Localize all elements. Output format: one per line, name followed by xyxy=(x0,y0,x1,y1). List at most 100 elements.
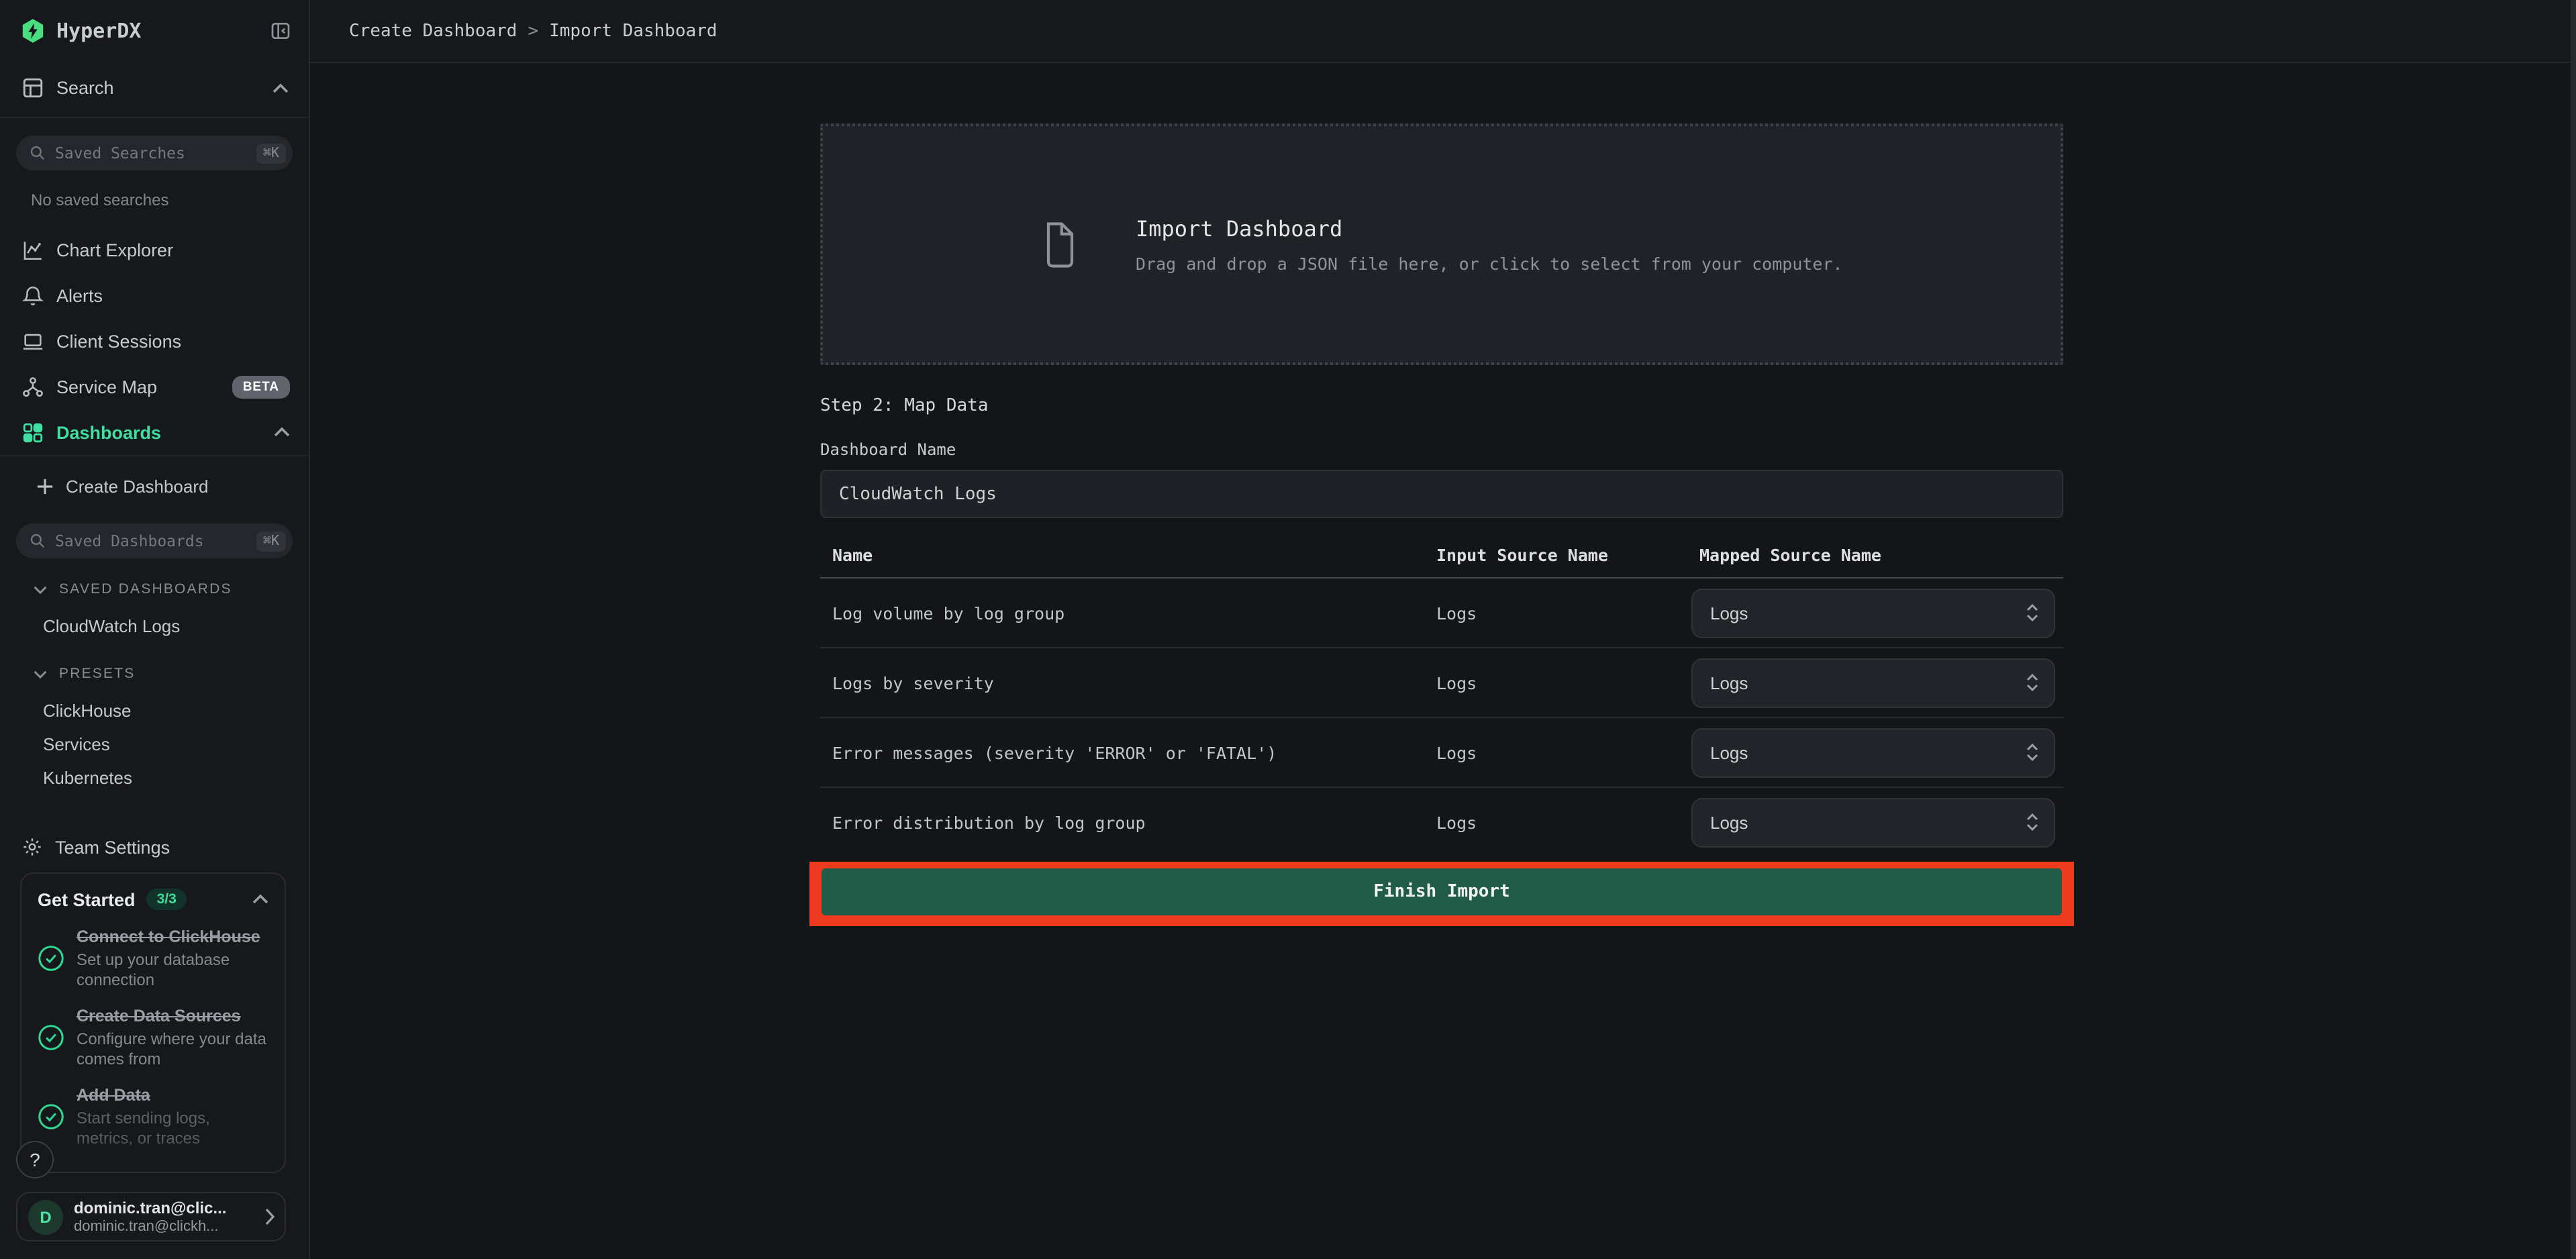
sidebar-item-service-map[interactable]: Service Map BETA xyxy=(0,364,309,409)
table-header-row: Name Input Source Name Mapped Source Nam… xyxy=(820,541,2063,578)
unfold-icon xyxy=(2024,602,2040,623)
presets-header-label: PRESETS xyxy=(59,666,135,682)
get-started-progress-badge: 3/3 xyxy=(146,889,187,910)
annotation-highlight-box: Finish Import xyxy=(809,862,2074,926)
presets-header[interactable]: PRESETS xyxy=(34,666,309,682)
search-section-icon xyxy=(21,77,44,99)
collapse-sidebar-icon[interactable] xyxy=(270,20,291,42)
mapped-source-select[interactable]: Logs xyxy=(1691,658,2055,707)
input-source-value: Logs xyxy=(1436,672,1477,693)
hyperdx-logo-icon xyxy=(20,17,46,44)
input-source-value: Logs xyxy=(1436,742,1477,762)
sidebar-item-cloudwatch-logs[interactable]: CloudWatch Logs xyxy=(0,609,309,643)
dashboard-name-label: Dashboard Name xyxy=(820,440,956,459)
saved-dashboards-header[interactable]: SAVED DASHBOARDS xyxy=(34,581,309,597)
bell-icon xyxy=(21,284,44,307)
table-row: Log volume by log group Logs Logs xyxy=(820,578,2063,648)
sidebar-item-services[interactable]: Services xyxy=(0,727,309,761)
column-header-mapped-source: Mapped Source Name xyxy=(1699,545,1881,565)
avatar: D xyxy=(28,1199,63,1234)
import-dropzone[interactable]: Import Dashboard Drag and drop a JSON fi… xyxy=(820,123,2063,365)
sidebar-item-chart-explorer[interactable]: Chart Explorer xyxy=(0,227,309,272)
create-dashboard-label: Create Dashboard xyxy=(66,476,208,496)
input-source-value: Logs xyxy=(1436,603,1477,623)
check-circle-icon xyxy=(38,945,64,972)
saved-searches-input[interactable]: Saved Searches ⌘K xyxy=(16,136,293,170)
sidebar-item-dashboards[interactable]: Dashboards xyxy=(0,409,309,455)
brand-name: HyperDX xyxy=(56,19,270,43)
sidebar-item-client-sessions[interactable]: Client Sessions xyxy=(0,318,309,364)
unfold-icon xyxy=(2024,811,2040,833)
shortcut-badge: ⌘K xyxy=(256,143,286,163)
no-saved-searches-text: No saved searches xyxy=(31,191,309,209)
app-window: HyperDX Search Saved Searches ⌘K No save… xyxy=(0,0,2576,1259)
sidebar-item-alerts[interactable]: Alerts xyxy=(0,272,309,318)
chevron-down-icon xyxy=(34,669,47,678)
get-started-item-subtitle: Start sending logs, metrics, or traces xyxy=(77,1109,268,1148)
gear-icon xyxy=(21,836,43,858)
selected-value: Logs xyxy=(1710,812,2024,832)
nav-label: Chart Explorer xyxy=(56,240,173,260)
sidebar-item-kubernetes[interactable]: Kubernetes xyxy=(0,761,309,795)
get-started-item[interactable]: Add Data Start sending logs, metrics, or… xyxy=(38,1086,268,1148)
selected-value: Logs xyxy=(1710,603,2024,623)
get-started-item-subtitle: Set up your database connection xyxy=(77,950,268,989)
input-source-value: Logs xyxy=(1436,812,1477,832)
saved-searches-placeholder: Saved Searches xyxy=(55,144,256,162)
step-label: Step 2: Map Data xyxy=(820,396,988,416)
nav-label: Dashboards xyxy=(56,422,161,442)
table-row: Logs by severity Logs Logs xyxy=(820,648,2063,718)
mapping-table: Name Input Source Name Mapped Source Nam… xyxy=(820,541,2063,856)
breadcrumb-import-dashboard: Import Dashboard xyxy=(549,21,717,41)
column-header-name: Name xyxy=(832,545,873,565)
breadcrumb: Create Dashboard > Import Dashboard xyxy=(349,0,717,62)
get-started-item[interactable]: Create Data Sources Configure where your… xyxy=(38,1007,268,1068)
help-button[interactable]: ? xyxy=(16,1141,54,1178)
team-settings-label: Team Settings xyxy=(55,837,170,857)
mapped-source-select[interactable]: Logs xyxy=(1691,797,2055,847)
nav-label: Service Map xyxy=(56,376,157,397)
chevron-right-icon xyxy=(264,1208,275,1225)
user-account-chip[interactable]: D dominic.tran@clic... dominic.tran@clic… xyxy=(16,1192,286,1242)
mapped-source-select[interactable]: Logs xyxy=(1691,588,2055,638)
chart-explorer-icon xyxy=(21,238,44,261)
create-dashboard-button[interactable]: Create Dashboard xyxy=(0,466,309,506)
dropzone-subtitle: Drag and drop a JSON file here, or click… xyxy=(1136,253,1843,273)
get-started-card: Get Started 3/3 Connect to ClickHouse Se… xyxy=(20,872,286,1173)
dropzone-title: Import Dashboard xyxy=(1136,215,1843,241)
mapped-source-select[interactable]: Logs xyxy=(1691,727,2055,777)
service-map-icon xyxy=(21,375,44,398)
file-icon xyxy=(1039,221,1077,268)
get-started-item[interactable]: Connect to ClickHouse Set up your databa… xyxy=(38,927,268,989)
finish-import-button[interactable]: Finish Import xyxy=(822,868,2062,915)
chevron-down-icon xyxy=(34,585,47,594)
get-started-item-title: Connect to ClickHouse xyxy=(77,927,268,948)
beta-badge: BETA xyxy=(232,375,290,398)
sidebar-item-clickhouse[interactable]: ClickHouse xyxy=(0,694,309,727)
get-started-title: Get Started xyxy=(38,889,136,909)
sidebar-item-team-settings[interactable]: Team Settings xyxy=(0,824,309,870)
laptop-icon xyxy=(21,330,44,352)
breadcrumb-create-dashboard[interactable]: Create Dashboard xyxy=(349,21,517,41)
unfold-icon xyxy=(2024,742,2040,763)
saved-dashboards-header-label: SAVED DASHBOARDS xyxy=(59,581,232,597)
unfold-icon xyxy=(2024,672,2040,693)
divider xyxy=(0,455,309,456)
saved-dashboards-input[interactable]: Saved Dashboards ⌘K xyxy=(16,523,293,558)
dashboard-name-input[interactable]: CloudWatch Logs xyxy=(820,470,2063,518)
chart-name: Error distribution by log group xyxy=(832,812,1146,832)
topbar: Create Dashboard > Import Dashboard xyxy=(310,0,2576,63)
chart-name: Logs by severity xyxy=(832,672,994,693)
breadcrumb-separator: > xyxy=(528,21,538,41)
dashboards-grid-icon xyxy=(21,421,44,444)
shortcut-badge: ⌘K xyxy=(256,531,286,551)
get-started-header[interactable]: Get Started 3/3 xyxy=(38,889,268,910)
search-icon xyxy=(30,145,46,161)
selected-value: Logs xyxy=(1710,742,2024,762)
get-started-item-title: Add Data xyxy=(77,1086,268,1106)
scrollbar[interactable] xyxy=(2571,0,2576,1259)
get-started-item-title: Create Data Sources xyxy=(77,1007,268,1027)
table-row: Error messages (severity 'ERROR' or 'FAT… xyxy=(820,718,2063,788)
logo-row: HyperDX xyxy=(0,0,309,44)
search-section-header[interactable]: Search xyxy=(0,77,309,118)
